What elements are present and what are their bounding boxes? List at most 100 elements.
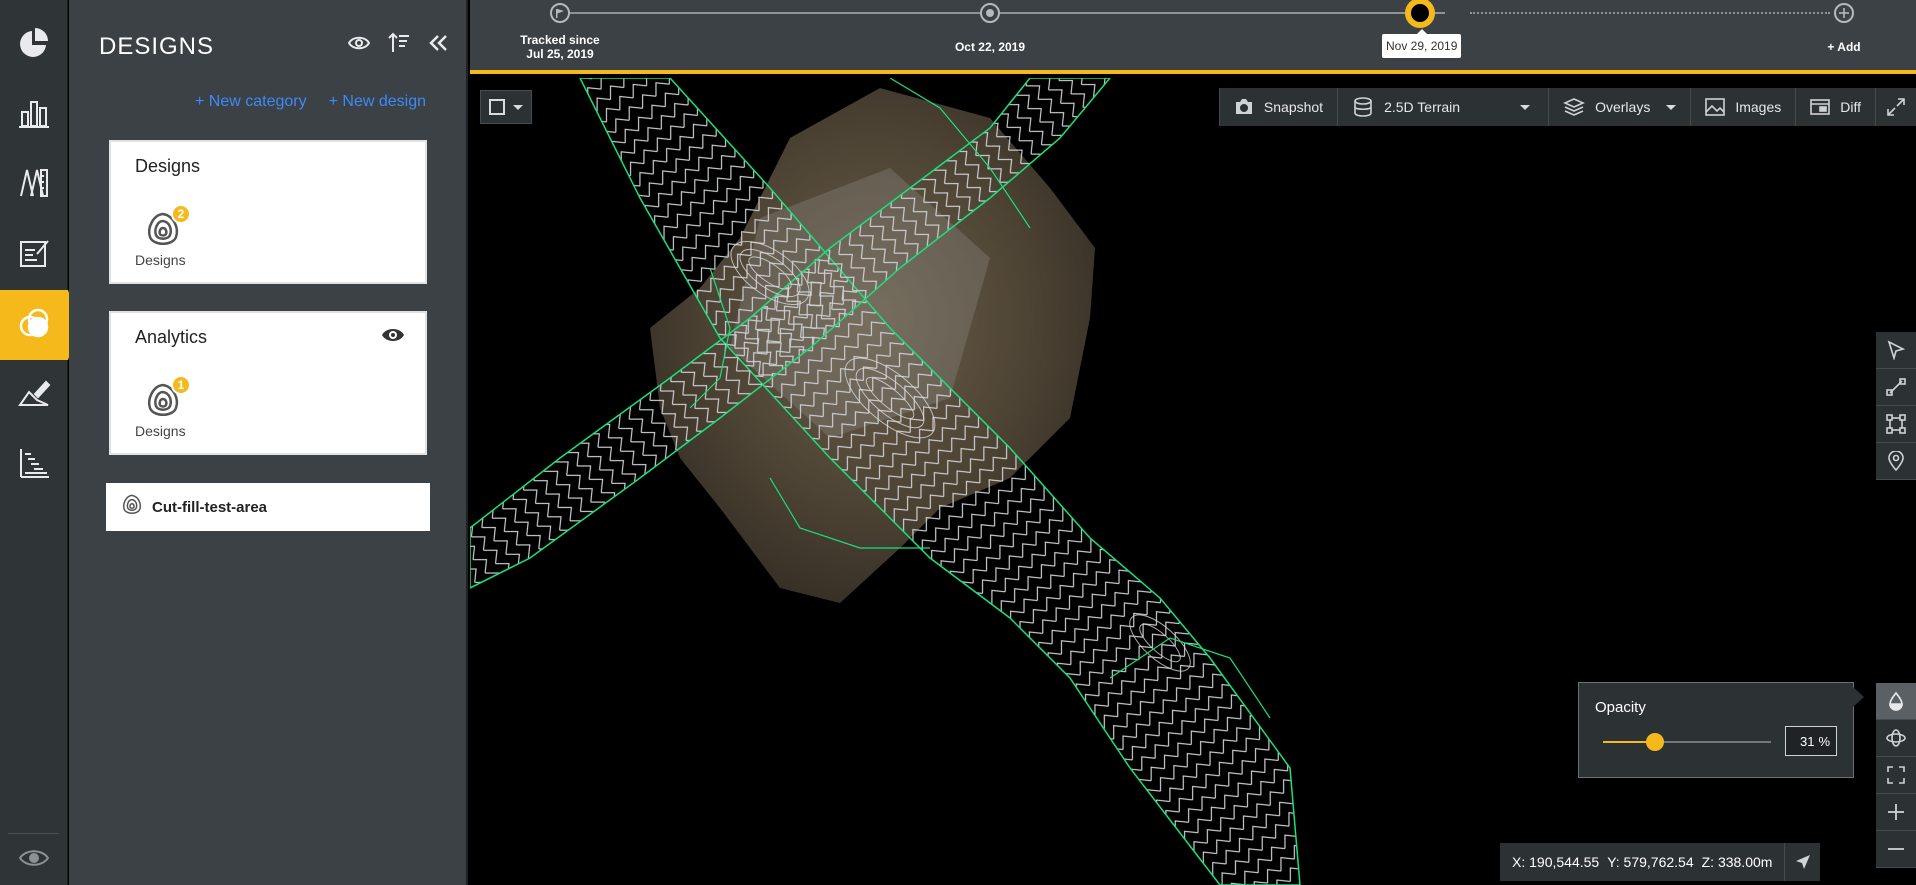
eye-icon (17, 841, 51, 880)
double-chevron-left-icon (429, 35, 447, 51)
contour-icon: 1 (143, 375, 191, 421)
zoom-in-button[interactable] (1876, 794, 1916, 831)
terrain-mode-dropdown[interactable]: 2.5D Terrain (1337, 88, 1548, 126)
map-pin-icon (1888, 451, 1904, 471)
opacity-value-input[interactable]: 31 % (1785, 726, 1837, 756)
contour-icon (120, 493, 144, 522)
line-measure-button[interactable] (1876, 369, 1916, 406)
pie-chart-icon (17, 26, 51, 65)
category-title: Designs (135, 156, 201, 176)
layers-icon (1563, 98, 1586, 116)
overlays-label: Overlays (1595, 99, 1651, 115)
panel-actions: + New category + New design (195, 93, 426, 111)
measure-tools (1876, 332, 1916, 480)
chevron-down-icon (1520, 104, 1531, 110)
category-card-analytics[interactable]: Analytics 1 Designs (109, 311, 427, 455)
gantt-icon (17, 446, 51, 485)
rail-item-designs[interactable] (0, 290, 80, 360)
eye-icon (347, 36, 371, 50)
icon-rail (0, 0, 80, 885)
fit-view-button[interactable] (1876, 757, 1916, 794)
diff-button[interactable]: Diff (1795, 88, 1875, 126)
rail-item-visibility[interactable] (0, 840, 68, 880)
new-design-link[interactable]: + New design (329, 93, 426, 111)
opacity-slider[interactable] (1603, 733, 1771, 751)
design-chip[interactable]: 2 Designs (135, 204, 195, 268)
overlays-dropdown[interactable]: Overlays (1548, 88, 1690, 126)
eye-icon (382, 329, 404, 341)
coordinate-y: Y: 579,762.54 (1607, 854, 1694, 870)
cylinder-icon (1354, 97, 1372, 117)
rail-item-reports[interactable] (0, 80, 68, 150)
timeline-node-oct[interactable] (980, 3, 1000, 23)
opacity-tool-button[interactable] (1876, 683, 1916, 720)
area-measure-button[interactable] (1876, 406, 1916, 443)
count-badge: 2 (171, 204, 191, 224)
area-measure-icon (1886, 414, 1906, 434)
location-tool-button[interactable] (1876, 443, 1916, 480)
compare-icon (1810, 99, 1831, 115)
category-title: Analytics (135, 327, 208, 347)
coordinates-readout: X: 190,544.55 Y: 579,762.54 Z: 338.00m (1500, 843, 1821, 881)
timeline-start-label-line2: Jul 25, 2019 (526, 47, 594, 61)
fullscreen-button[interactable] (1875, 88, 1916, 126)
locate-cursor-button[interactable] (1784, 843, 1820, 881)
designs-panel: DESIGNS + New category + New design Desi… (69, 0, 468, 885)
zoom-out-button[interactable] (1876, 831, 1916, 868)
timeline-start-label: Tracked since Jul 25, 2019 (510, 33, 610, 61)
orbit-tool-button[interactable] (1876, 720, 1916, 757)
pointer-tool-button[interactable] (1876, 332, 1916, 369)
opacity-unit: % (1818, 733, 1830, 749)
coordinate-x: X: 190,544.55 (1512, 854, 1600, 870)
frame-icon (1887, 766, 1905, 784)
edit-note-icon (17, 236, 51, 275)
new-category-link[interactable]: + New category (195, 93, 307, 111)
timeline-future-track (1470, 12, 1830, 14)
rail-item-annotate[interactable] (0, 360, 68, 430)
bar-chart-icon (17, 96, 51, 135)
images-button[interactable]: Images (1690, 88, 1795, 126)
cursor-icon (1887, 340, 1906, 360)
timeline-track (560, 12, 1445, 14)
collapse-panel-button[interactable] (426, 30, 452, 56)
snapshot-label: Snapshot (1263, 99, 1324, 115)
timeline-node-start[interactable] (550, 3, 570, 23)
rail-item-progress[interactable] (0, 430, 68, 500)
rail-item-dashboard[interactable] (0, 10, 68, 80)
selection-mode-dropdown[interactable] (480, 90, 532, 124)
rail-divider (8, 833, 59, 834)
contour-icon: 2 (143, 204, 191, 250)
opacity-value: 31 (1799, 733, 1815, 749)
select-box-icon (489, 99, 505, 115)
category-card-designs[interactable]: Designs 2 Designs (109, 140, 427, 284)
rail-item-notes[interactable] (0, 220, 68, 290)
view-tools (1876, 683, 1916, 868)
panel-tools (346, 30, 452, 56)
design-chip[interactable]: 1 Designs (135, 375, 195, 439)
category-visibility-button[interactable] (381, 325, 405, 350)
timeline-current-tag: Nov 29, 2019 (1382, 29, 1462, 58)
drop-icon (1889, 691, 1903, 711)
plus-icon (1888, 804, 1904, 820)
diff-label: Diff (1840, 99, 1861, 115)
chevron-down-icon (513, 104, 523, 110)
snapshot-button[interactable]: Snapshot (1218, 88, 1337, 126)
map-toolbar: Snapshot 2.5D Terrain Overlays Images Di… (1218, 88, 1916, 126)
timeline-start-label-line1: Tracked since (520, 33, 600, 47)
timeline-mid-label: Oct 22, 2019 (954, 40, 1026, 54)
opacity-slider-thumb[interactable] (1646, 733, 1664, 751)
timeline-add-node[interactable] (1834, 3, 1854, 23)
map-viewport[interactable]: Snapshot 2.5D Terrain Overlays Images Di… (470, 78, 1916, 885)
survey-timeline: Tracked since Jul 25, 2019 Oct 22, 2019 … (470, 0, 1916, 74)
design-item-cut-fill[interactable]: Cut-fill-test-area (106, 483, 430, 531)
timeline-add-label[interactable]: + Add (1804, 40, 1884, 54)
panel-title: DESIGNS (99, 33, 215, 60)
timeline-node-current[interactable] (1405, 0, 1435, 28)
images-label: Images (1735, 99, 1782, 115)
opacity-popover: Opacity 31 % (1578, 682, 1864, 778)
sort-button[interactable] (386, 30, 412, 56)
line-measure-icon (1886, 378, 1906, 396)
expand-icon (1887, 98, 1905, 116)
visibility-toggle-button[interactable] (346, 30, 372, 56)
rail-item-measurements[interactable] (0, 150, 68, 220)
